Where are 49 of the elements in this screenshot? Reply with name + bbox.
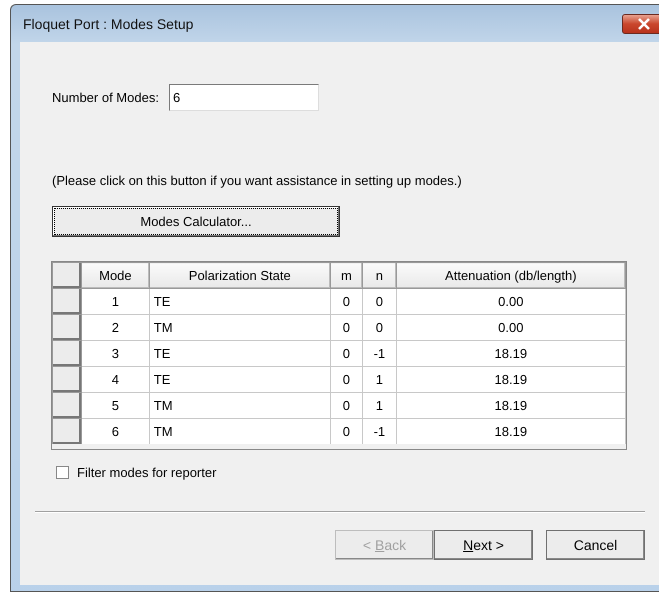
column-header[interactable]: Mode bbox=[82, 262, 150, 288]
column-header[interactable]: Polarization State bbox=[149, 262, 330, 288]
table-cell: 18.19 bbox=[396, 340, 626, 366]
row-header[interactable] bbox=[52, 314, 82, 340]
table-cell: 1 bbox=[82, 288, 150, 314]
table-cell: TE bbox=[149, 288, 330, 314]
table-cell: 18.19 bbox=[396, 366, 626, 392]
modes-count-field[interactable]: 6 bbox=[168, 84, 319, 111]
modes-calculator-button[interactable]: Modes Calculator... bbox=[52, 206, 340, 237]
wizard-button[interactable]: Next > bbox=[434, 530, 533, 560]
filter-checkbox[interactable] bbox=[56, 466, 69, 479]
wizard-button: < Back bbox=[335, 530, 434, 560]
table-cell: 0 bbox=[362, 288, 396, 314]
table-cell: 2 bbox=[82, 314, 150, 340]
close-button[interactable] bbox=[622, 14, 659, 34]
table-cell: TE bbox=[149, 340, 330, 366]
table-cell: TM bbox=[149, 314, 330, 340]
wizard-button[interactable]: Cancel bbox=[546, 530, 645, 560]
window-title: Floquet Port : Modes Setup bbox=[23, 16, 194, 32]
table-cell: 0 bbox=[330, 366, 363, 392]
table-cell: 0 bbox=[330, 288, 363, 314]
table-cell: 5 bbox=[82, 392, 150, 418]
table-cell: 0.00 bbox=[396, 314, 626, 340]
hint-text: (Please click on this button if you want assistance in setting up modes.) bbox=[52, 173, 463, 188]
table-cell: 1 bbox=[362, 366, 396, 392]
checkbox-label: Filter modes for reporter bbox=[77, 465, 216, 480]
row-header[interactable] bbox=[52, 392, 82, 418]
table-cell: 0 bbox=[362, 314, 396, 340]
table-cell: 4 bbox=[82, 366, 150, 392]
table-cell: 18.19 bbox=[396, 392, 626, 418]
close-icon bbox=[636, 18, 650, 30]
table-cell: -1 bbox=[362, 340, 396, 366]
table-cell: TE bbox=[149, 366, 330, 392]
table-cell: 0 bbox=[330, 392, 363, 418]
column-header[interactable]: Attenuation (db/length) bbox=[396, 262, 626, 288]
table-cell: TM bbox=[149, 392, 330, 418]
table-cell: 0 bbox=[330, 340, 363, 366]
row-header bbox=[52, 262, 82, 288]
row-header[interactable] bbox=[52, 418, 82, 446]
column-header[interactable]: m bbox=[330, 262, 363, 288]
table-cell: 0.00 bbox=[396, 288, 626, 314]
table-cell: 3 bbox=[82, 340, 150, 366]
table-cell: 1 bbox=[362, 392, 396, 418]
table-cell: 0 bbox=[330, 314, 363, 340]
row-header[interactable] bbox=[52, 340, 82, 366]
modes-count-label: Number of Modes: bbox=[52, 90, 159, 105]
row-header[interactable] bbox=[52, 366, 82, 392]
column-header[interactable]: n bbox=[362, 262, 396, 288]
row-header[interactable] bbox=[52, 288, 82, 314]
